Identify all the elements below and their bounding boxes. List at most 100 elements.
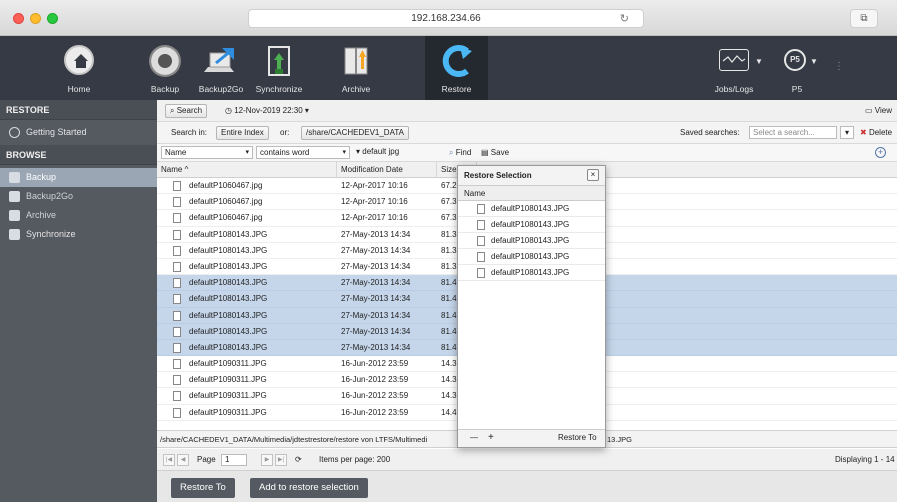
popup-list-item[interactable]: defaultP1080143.JPG: [458, 233, 605, 249]
cell-name: defaultP1080143.JPG: [189, 326, 268, 336]
toolbar-restore-label: Restore: [441, 84, 472, 94]
chevron-down-icon: ▾: [245, 149, 249, 156]
toolbar-p5[interactable]: P5 ▼ P5: [775, 36, 819, 100]
file-icon: [173, 375, 181, 386]
sidebar-item-archive[interactable]: Archive: [0, 206, 157, 225]
cell-date: 16-Jun-2012 23:59: [341, 359, 409, 369]
address-bar[interactable]: 192.168.234.66 ↻: [248, 9, 644, 28]
next-page-icon[interactable]: ▶: [261, 454, 273, 466]
add-criteria-icon[interactable]: +: [875, 147, 886, 158]
toolbar-synchronize[interactable]: Synchronize: [250, 36, 308, 100]
toolbar-home[interactable]: Home: [51, 36, 107, 100]
filter-value-input[interactable]: ▾ default jpg: [353, 146, 441, 159]
popup-list-item[interactable]: defaultP1080143.JPG: [458, 249, 605, 265]
sidebar-item-backup2go[interactable]: Backup2Go: [0, 187, 157, 206]
last-page-icon[interactable]: ▶|: [275, 454, 287, 466]
minimize-window-button[interactable]: [30, 13, 41, 24]
cell-date: 27-May-2013 14:34: [341, 310, 411, 320]
action-footer: Restore To Add to restore selection: [157, 471, 897, 502]
file-icon: [173, 261, 181, 272]
page-input[interactable]: 1: [221, 454, 247, 466]
entire-index-button[interactable]: Entire Index: [216, 126, 269, 140]
close-window-button[interactable]: [13, 13, 24, 24]
cell-date: 12-Apr-2017 10:16: [341, 181, 408, 190]
file-icon: [173, 278, 181, 289]
cell-date: 12-Apr-2017 10:16: [341, 213, 408, 223]
cell-name: defaultP1090311.JPG: [189, 407, 267, 417]
tab-overview-button[interactable]: ⧉: [850, 9, 878, 28]
cell-name: defaultP1080143.JPG: [189, 294, 268, 304]
page-label: Page: [197, 455, 216, 464]
search-button[interactable]: ⌕ Search: [165, 104, 208, 118]
toolbar-backup-label: Backup: [150, 84, 180, 94]
cell-date: 12-Apr-2017 10:16: [341, 197, 408, 207]
search-button-label: Search: [176, 106, 203, 115]
file-icon: [173, 391, 181, 402]
search-toolbar: ⌕ Search ◷ 12-Nov-2019 22:30 ▾ ▭ View: [157, 100, 897, 122]
sidebar-item-synchronize[interactable]: Synchronize: [0, 225, 157, 244]
cell-date: 27-May-2013 14:34: [341, 261, 411, 271]
magnifier-icon: ⌕: [449, 148, 456, 157]
sidebar-section-restore: RESTORE: [0, 100, 157, 120]
column-name[interactable]: Name ^: [157, 162, 337, 178]
cell-name: defaultP1090311.JPG: [189, 359, 267, 369]
cell-date: 27-May-2013 14:34: [341, 326, 411, 336]
toolbar-backup2go[interactable]: Backup2Go: [192, 36, 250, 100]
toolbar-archive[interactable]: Archive: [330, 36, 382, 100]
popup-item-label: defaultP1080143.JPG: [491, 236, 570, 245]
column-modification-date[interactable]: Modification Date: [337, 162, 437, 178]
filter-field-select[interactable]: Name ▾: [161, 146, 253, 159]
gauge-icon: [149, 45, 181, 77]
toolbar-archive-label: Archive: [341, 84, 371, 94]
popup-list-item[interactable]: defaultP1080143.JPG: [458, 201, 605, 217]
restore-to-button[interactable]: Restore To: [171, 478, 235, 498]
cell-date: 27-May-2013 14:34: [341, 229, 411, 239]
find-button[interactable]: ⌕ Find: [449, 146, 471, 159]
cell-date: 27-May-2013 14:34: [341, 278, 411, 288]
save-label: Save: [490, 148, 510, 157]
filter-bar: Name ▾ contains word ▾ ▾ default jpg ⌕ F…: [157, 144, 897, 162]
add-icon[interactable]: +: [488, 432, 494, 443]
path-text-right: 13.JPG: [607, 435, 633, 444]
cell-name: defaultP1090311.JPG: [189, 375, 267, 385]
prev-page-icon[interactable]: ◀: [177, 454, 189, 466]
toolbar-more-icon[interactable]: ⋮: [834, 61, 844, 72]
view-button[interactable]: ▭ View: [865, 104, 892, 117]
reload-icon[interactable]: ↻: [620, 10, 629, 28]
toolbar-backup[interactable]: Backup: [138, 36, 192, 100]
remove-icon[interactable]: —: [470, 433, 478, 442]
snapshot-date-dropdown[interactable]: ◷ 12-Nov-2019 22:30 ▾: [225, 104, 309, 117]
saved-searches-select[interactable]: Select a search...: [749, 126, 837, 139]
file-icon: [173, 181, 181, 191]
sidebar-item-backup[interactable]: Backup: [0, 168, 157, 187]
first-page-icon[interactable]: |◀: [163, 454, 175, 466]
toolbar-p5-label: P5: [791, 84, 803, 94]
sidebar: RESTORE Getting Started BROWSE Backup Ba…: [0, 100, 157, 502]
toolbar-restore[interactable]: Restore: [425, 36, 488, 100]
add-to-restore-selection-button[interactable]: Add to restore selection: [250, 478, 368, 498]
sidebar-item-getting-started[interactable]: Getting Started: [0, 123, 157, 142]
popup-item-label: defaultP1080143.JPG: [491, 204, 570, 213]
popup-list-item[interactable]: defaultP1080143.JPG: [458, 265, 605, 281]
popup-list-item[interactable]: defaultP1080143.JPG: [458, 217, 605, 233]
file-icon: [173, 213, 181, 224]
search-path-button[interactable]: /share/CACHEDEV1_DATA: [301, 126, 409, 140]
saved-searches-dropdown-button[interactable]: ▾: [840, 126, 854, 139]
delete-search-button[interactable]: ✖ Delete: [860, 126, 892, 139]
save-search-button[interactable]: ▤ Save: [481, 146, 509, 159]
synchronize-icon: [9, 229, 20, 240]
popup-restore-to-button[interactable]: Restore To: [558, 433, 597, 442]
zoom-window-button[interactable]: [47, 13, 58, 24]
browser-titlebar: 192.168.234.66 ↻ ⧉: [0, 0, 897, 36]
restore-selection-popup: Restore Selection × Name defaultP1080143…: [457, 165, 606, 448]
filter-operator-select[interactable]: contains word ▾: [256, 146, 350, 159]
close-icon[interactable]: ×: [587, 169, 599, 181]
popup-item-label: defaultP1080143.JPG: [491, 268, 570, 277]
filter-field-value: Name: [165, 148, 187, 157]
sidebar-section-browse: BROWSE: [0, 145, 157, 165]
refresh-icon[interactable]: ⟳: [295, 453, 302, 466]
cell-name: defaultP1060467.jpg: [189, 213, 263, 223]
toolbar-jobs-logs[interactable]: ▼ Jobs/Logs: [700, 36, 768, 100]
cell-date: 16-Jun-2012 23:59: [341, 391, 409, 401]
file-icon: [173, 359, 181, 370]
